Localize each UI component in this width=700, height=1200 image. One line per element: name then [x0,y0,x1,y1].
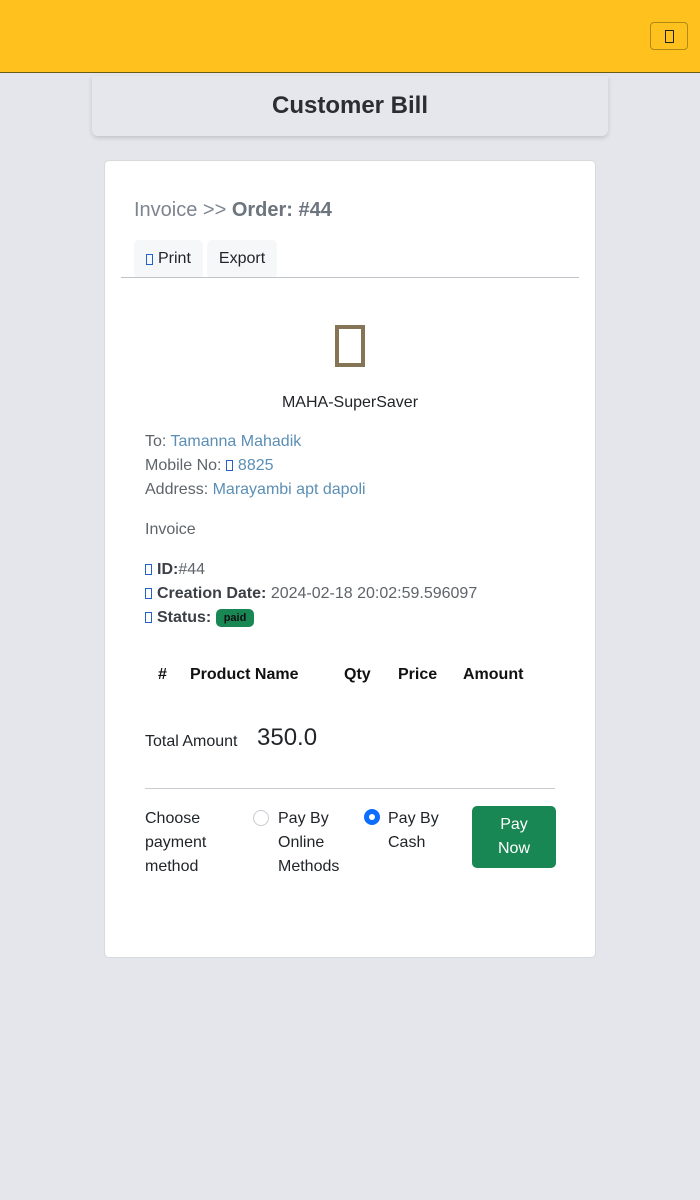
print-button[interactable]: Print [134,240,203,278]
address-label: Address: [145,481,213,498]
printer-icon [146,253,153,265]
status-icon [145,612,152,623]
export-button[interactable]: Export [206,240,278,278]
print-label: Print [158,250,191,267]
column-header-product: Product Name [190,666,299,683]
invoice-id: ID:#44 [145,561,205,579]
export-label: Export [218,250,266,267]
customer-address: Address: Marayambi apt dapoli [145,481,366,499]
payment-method-label: Choose payment method [145,810,207,875]
radio-cash[interactable] [364,809,380,825]
address-value: Marayambi apt dapoli [212,481,366,498]
creation-date: Creation Date: 2024-02-18 20:02:59.59609… [145,585,477,603]
customer-to: To: Tamanna Mahadik [145,433,301,451]
option-cash-label[interactable]: Pay By Cash [388,807,448,855]
customer-mobile: Mobile No: 8825 [145,457,274,475]
id-icon [145,564,152,575]
customer-name: Tamanna Mahadik [170,433,302,450]
total-label: Total Amount [145,733,238,750]
order-status: Status: paid [145,609,255,627]
status-label: Status: [157,609,212,626]
total-value: 350.0 [257,724,318,751]
phone-icon [225,460,233,471]
mobile-label: Mobile No: [145,457,226,474]
tabs-divider [121,277,579,278]
top-navbar [0,0,700,73]
date-value: 2024-02-18 20:02:59.596097 [270,585,478,602]
breadcrumb: Invoice >> Order: #44 [134,199,332,222]
to-label: To: [145,433,171,450]
radio-online[interactable] [253,810,269,826]
page-title: Customer Bill [271,92,429,119]
column-header-index: # [158,666,167,683]
menu-toggle-button[interactable] [650,22,688,50]
column-header-qty: Qty [344,666,371,683]
column-header-price: Price [398,666,438,683]
store-icon [335,325,365,367]
id-value: #44 [178,561,206,578]
status-badge: paid [215,609,255,627]
payment-divider [145,788,555,789]
menu-icon [664,29,674,43]
store-name: MAHA-SuperSaver [281,394,419,411]
page-title-card: Customer Bill [92,76,608,136]
breadcrumb-invoice: Invoice >> [134,199,232,221]
invoice-actions: Print Export [134,240,278,278]
calendar-icon [145,588,152,599]
pay-now-button[interactable]: Pay Now [472,806,556,868]
option-online-label[interactable]: Pay By Online Methods [278,807,348,879]
mobile-number: 8825 [237,457,274,474]
breadcrumb-order: Order: #44 [231,199,332,221]
id-label: ID: [157,561,179,578]
bill-card: Invoice >> Order: #44 Print Export MAHA-… [104,160,596,958]
date-label: Creation Date: [157,585,267,602]
invoice-heading: Invoice [145,521,196,538]
column-header-amount: Amount [463,666,524,683]
